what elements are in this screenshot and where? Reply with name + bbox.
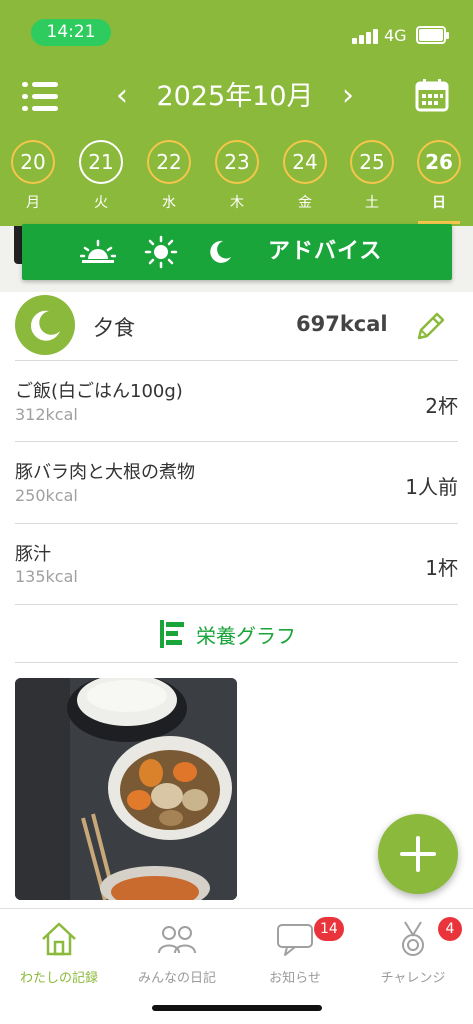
- day-of-week: 金: [298, 195, 312, 211]
- food-quantity: 2杯: [425, 394, 458, 418]
- tab-label: チャレンジ: [380, 971, 446, 986]
- network-type: 4G: [384, 26, 407, 45]
- meal-photo[interactable]: [15, 678, 237, 900]
- dinner-moon-icon: [15, 295, 75, 355]
- people-icon: [158, 926, 196, 954]
- divider: [15, 662, 458, 663]
- divider: [15, 604, 458, 605]
- tab-label: わたしの記録: [19, 971, 98, 986]
- status-bar: 14:21 4G: [0, 0, 473, 62]
- advice-label[interactable]: アドバイス: [268, 224, 382, 280]
- day-24[interactable]: 24 金: [283, 140, 327, 218]
- day-number: 23: [215, 140, 259, 184]
- day-of-week: 土: [365, 195, 379, 211]
- pencil-edit-icon[interactable]: [413, 310, 447, 344]
- month-title: 2025年10月: [156, 81, 314, 112]
- day-of-week: 水: [162, 195, 176, 211]
- calendar-icon[interactable]: [415, 78, 449, 112]
- divider: [15, 360, 458, 361]
- day-25[interactable]: 25 土: [350, 140, 394, 218]
- advice-bar[interactable]: アドバイス: [22, 224, 452, 280]
- divider: [15, 523, 458, 524]
- day-23[interactable]: 23 木: [215, 140, 259, 218]
- tab-label: お知らせ: [269, 971, 321, 986]
- food-quantity: 1人前: [405, 475, 458, 499]
- day-number: 26: [417, 140, 461, 184]
- day-of-week: 火: [94, 195, 108, 211]
- tab-challenge[interactable]: チャレンジ 4: [354, 917, 472, 989]
- day-21[interactable]: 21 火: [79, 140, 123, 218]
- meal-total-kcal: 697kcal: [296, 312, 388, 336]
- prev-month-button[interactable]: ‹: [110, 76, 134, 118]
- moon-icon[interactable]: [207, 239, 233, 265]
- tab-everyone-diary[interactable]: みんなの日記: [118, 919, 236, 989]
- day-number: 25: [350, 140, 394, 184]
- add-meal-button[interactable]: [378, 814, 458, 894]
- notification-badge: 14: [314, 917, 344, 941]
- day-number: 20: [11, 140, 55, 184]
- meal-name: 夕食: [93, 316, 135, 340]
- status-time: 14:21: [31, 19, 111, 46]
- day-20[interactable]: 20 月: [11, 140, 55, 218]
- day-22[interactable]: 22 水: [147, 140, 191, 218]
- day-number: 21: [79, 140, 123, 184]
- nutrition-graph-label[interactable]: 栄養グラフ: [196, 620, 296, 649]
- divider: [15, 441, 458, 442]
- home-icon: [42, 922, 76, 956]
- app-header: 14:21 4G ‹ 2025年10月 › 20 月 21 火 22 水 23 …: [0, 0, 473, 226]
- day-of-week: 日: [432, 195, 446, 211]
- tab-my-records[interactable]: わたしの記録: [0, 919, 118, 989]
- chat-icon: [277, 924, 313, 956]
- food-kcal: 312kcal: [15, 405, 78, 424]
- day-number: 22: [147, 140, 191, 184]
- tab-label: みんなの日記: [137, 971, 216, 986]
- sunrise-icon[interactable]: [80, 239, 116, 265]
- day-of-week: 木: [230, 195, 244, 211]
- medal-icon: [402, 921, 424, 956]
- food-kcal: 135kcal: [15, 567, 78, 586]
- sun-icon[interactable]: [144, 235, 178, 269]
- menu-list-icon[interactable]: [22, 82, 58, 112]
- battery-icon: [416, 26, 449, 44]
- day-of-week: 月: [26, 195, 40, 211]
- signal-icon: [352, 26, 380, 44]
- tab-notifications[interactable]: お知らせ 14: [236, 917, 354, 989]
- bar-graph-icon: [160, 620, 184, 648]
- food-name: 豚バラ肉と大根の煮物: [15, 462, 195, 483]
- food-name: 豚汁: [15, 544, 51, 565]
- day-number: 24: [283, 140, 327, 184]
- day-26-selected[interactable]: 26 日: [417, 140, 461, 218]
- food-name: ご飯(白ごはん100g): [15, 381, 183, 402]
- home-indicator: [152, 1005, 322, 1011]
- food-kcal: 250kcal: [15, 486, 78, 505]
- next-month-button[interactable]: ›: [336, 76, 360, 118]
- month-navigator: ‹ 2025年10月 ›: [110, 76, 360, 118]
- challenge-badge: 4: [438, 917, 462, 941]
- food-quantity: 1杯: [425, 556, 458, 580]
